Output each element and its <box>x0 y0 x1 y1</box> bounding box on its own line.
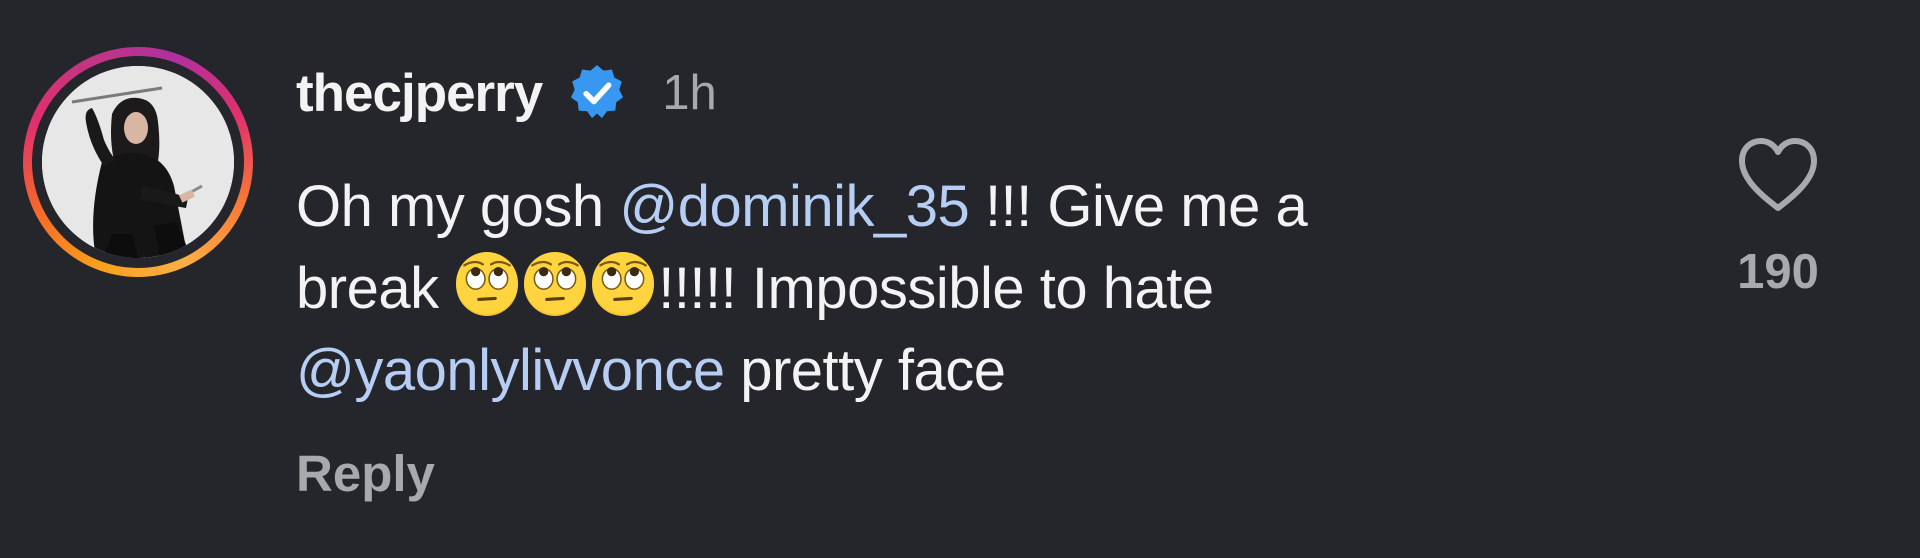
comment-text-segment: pretty face <box>724 338 1006 403</box>
comment-item: thecjperry 1h Oh my gosh @dominik_35 !!!… <box>0 0 1920 558</box>
like-count: 190 <box>1737 245 1819 299</box>
avatar-story-ring[interactable] <box>23 47 253 277</box>
rolling-eyes-emoji-icon <box>590 252 656 318</box>
avatar-photo <box>42 66 234 258</box>
comment-text: Oh my gosh @dominik_35 !!! Give me a bre… <box>296 166 1656 412</box>
comment-text-segment: !!! Give me a <box>969 174 1308 239</box>
comment-text-segment: !!!!! Impossible to hate <box>658 256 1214 321</box>
comment-timestamp: 1h <box>662 66 717 120</box>
comment-text-segment: break <box>296 256 455 321</box>
mention-link-dominik[interactable]: @dominik_35 <box>619 174 970 239</box>
comment-line-1: Oh my gosh @dominik_35 !!! Give me a <box>296 166 1656 248</box>
rolling-eyes-emoji-icon <box>522 252 588 318</box>
comment-line-2: break !!!!! Impossible to hate <box>296 248 1656 330</box>
heart-outline-icon <box>1739 138 1817 211</box>
mention-link-yaonlylivvonce[interactable]: @yaonlylivvonce <box>296 338 725 403</box>
comment-header: thecjperry 1h <box>296 58 717 128</box>
verified-badge-icon <box>566 62 628 124</box>
comment-text-segment: Oh my gosh <box>296 174 620 239</box>
like-button[interactable] <box>1736 136 1820 214</box>
rolling-eyes-emoji-icon <box>454 252 520 318</box>
username-link[interactable]: thecjperry <box>296 63 543 124</box>
reply-button[interactable]: Reply <box>296 444 435 503</box>
avatar[interactable] <box>42 66 234 258</box>
comment-line-3: @yaonlylivvonce pretty face <box>296 330 1656 412</box>
